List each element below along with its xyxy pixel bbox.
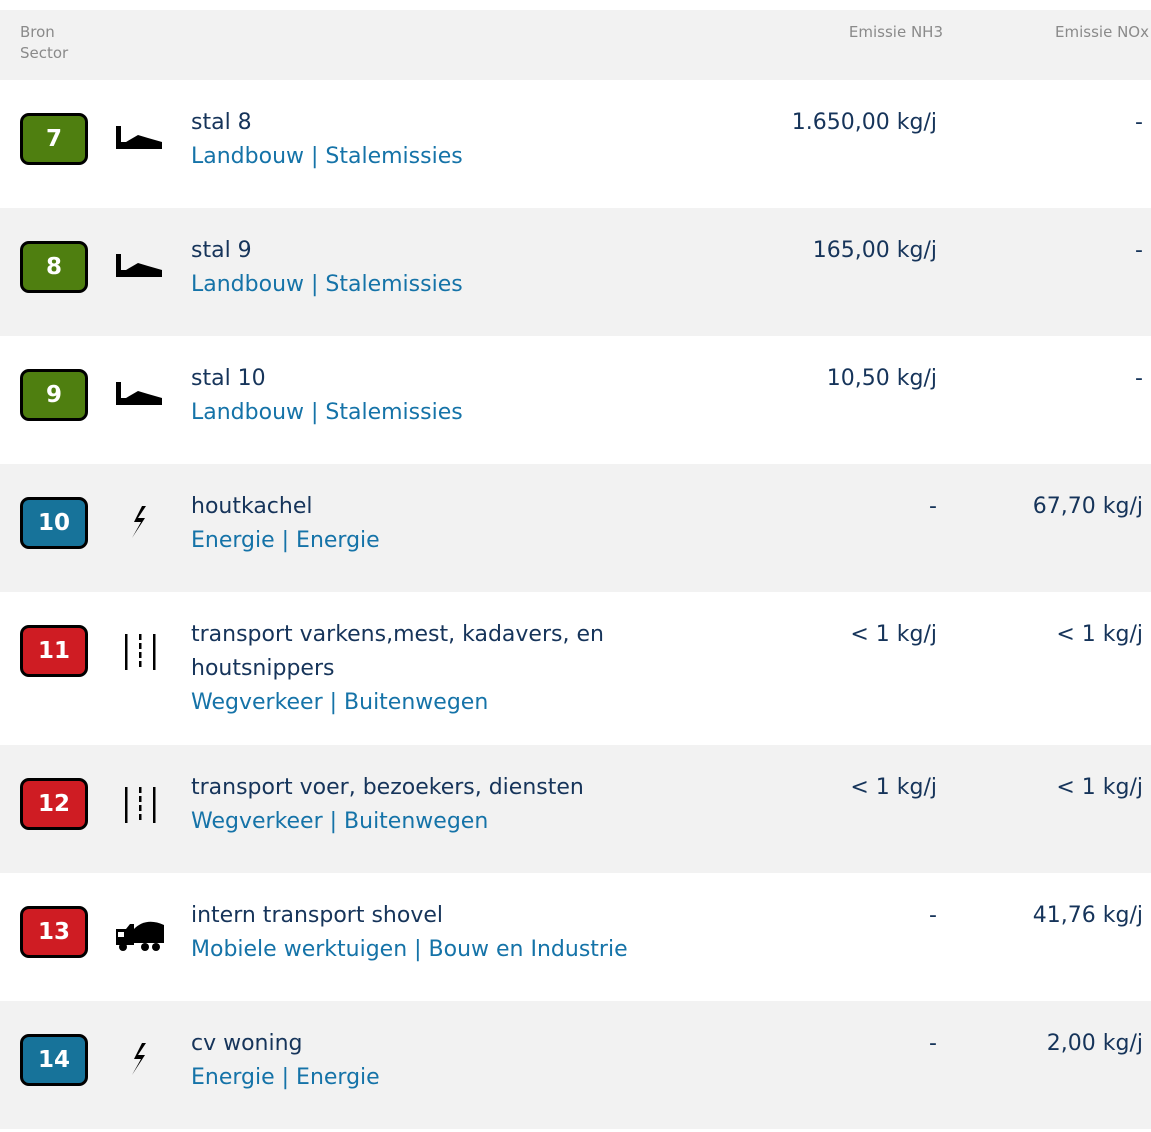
header-emission-nox[interactable]: Emissie NOx [1055, 22, 1149, 43]
source-name[interactable]: transport voer, bezoekers, diensten [191, 775, 584, 800]
barn-icon [116, 382, 162, 405]
table-row[interactable]: 14 cv woning Energie | Energie - 2,00 kg… [0, 1001, 1151, 1129]
lightning-icon [132, 506, 146, 538]
table-header: Bron Sector Emissie NH3 Emissie NOx [0, 10, 1151, 80]
emission-nh3-value: < 1 kg/j [850, 775, 937, 800]
emission-nh3-value: - [929, 1031, 937, 1056]
emission-nh3-value: < 1 kg/j [850, 622, 937, 647]
lightning-icon [132, 1043, 146, 1075]
emission-nh3-value: 1.650,00 kg/j [791, 110, 937, 135]
table-row[interactable]: 8 stal 9 Landbouw | Stalemissies 165,00 … [0, 208, 1151, 336]
source-id-badge: 13 [20, 906, 88, 958]
header-emission-nh3[interactable]: Emissie NH3 [849, 22, 943, 43]
source-sector: Wegverkeer | Buitenwegen [191, 809, 489, 834]
emission-nox-value: - [1135, 238, 1143, 263]
barn-icon [116, 126, 162, 149]
road-icon [125, 634, 156, 670]
source-name[interactable]: houtkachel [191, 494, 313, 519]
barn-icon [116, 254, 162, 277]
header-sector: Sector [20, 44, 69, 62]
source-sector: Energie | Energie [191, 1065, 380, 1090]
emission-nh3-value: 165,00 kg/j [812, 238, 937, 263]
source-sector: Landbouw | Stalemissies [191, 272, 463, 297]
mixer-truck-icon [116, 921, 164, 951]
table-row[interactable]: 9 stal 10 Landbouw | Stalemissies 10,50 … [0, 336, 1151, 464]
source-sector: Energie | Energie [191, 528, 380, 553]
source-name[interactable]: intern transport shovel [191, 903, 443, 928]
emission-nox-value: 41,76 kg/j [1032, 903, 1143, 928]
header-source: Bron [20, 23, 55, 41]
table-row[interactable]: 12 transport voer, bezoekers, diensten W… [0, 745, 1151, 873]
emission-nox-value: 67,70 kg/j [1032, 494, 1143, 519]
table-row[interactable]: 7 stal 8 Landbouw | Stalemissies 1.650,0… [0, 80, 1151, 208]
emission-nh3-value: 10,50 kg/j [826, 366, 937, 391]
source-sector: Landbouw | Stalemissies [191, 400, 463, 425]
emission-nox-value: < 1 kg/j [1056, 775, 1143, 800]
source-sector: Wegverkeer | Buitenwegen [191, 690, 489, 715]
emission-nox-value: - [1135, 110, 1143, 135]
road-icon [125, 787, 156, 823]
source-sector: Mobiele werktuigen | Bouw en Industrie [191, 937, 628, 962]
source-sector: Landbouw | Stalemissies [191, 144, 463, 169]
source-name[interactable]: stal 8 [191, 110, 252, 135]
emission-nh3-value: - [929, 903, 937, 928]
source-id-badge: 14 [20, 1034, 88, 1086]
emission-nox-value: 2,00 kg/j [1046, 1031, 1143, 1056]
source-name[interactable]: stal 9 [191, 238, 252, 263]
source-id-badge: 8 [20, 241, 88, 293]
table-row[interactable]: 13 intern transport shovel Mobiele werkt… [0, 873, 1151, 1001]
table-row[interactable]: 10 houtkachel Energie | Energie - 67,70 … [0, 464, 1151, 592]
table-row[interactable]: 11 transport varkens,mest, kadavers, en … [0, 592, 1151, 745]
emission-nh3-value: - [929, 494, 937, 519]
source-name[interactable]: transport varkens,mest, kadavers, en hou… [191, 622, 604, 681]
source-id-badge: 12 [20, 778, 88, 830]
header-source-sector[interactable]: Bron Sector [20, 22, 68, 64]
source-name[interactable]: cv woning [191, 1031, 303, 1056]
source-id-badge: 10 [20, 497, 88, 549]
emission-nox-value: - [1135, 366, 1143, 391]
emission-nox-value: < 1 kg/j [1056, 622, 1143, 647]
source-id-badge: 9 [20, 369, 88, 421]
source-id-badge: 7 [20, 113, 88, 165]
source-name[interactable]: stal 10 [191, 366, 266, 391]
source-id-badge: 11 [20, 625, 88, 677]
emission-sources-table: Bron Sector Emissie NH3 Emissie NOx 7 st… [0, 10, 1151, 1129]
